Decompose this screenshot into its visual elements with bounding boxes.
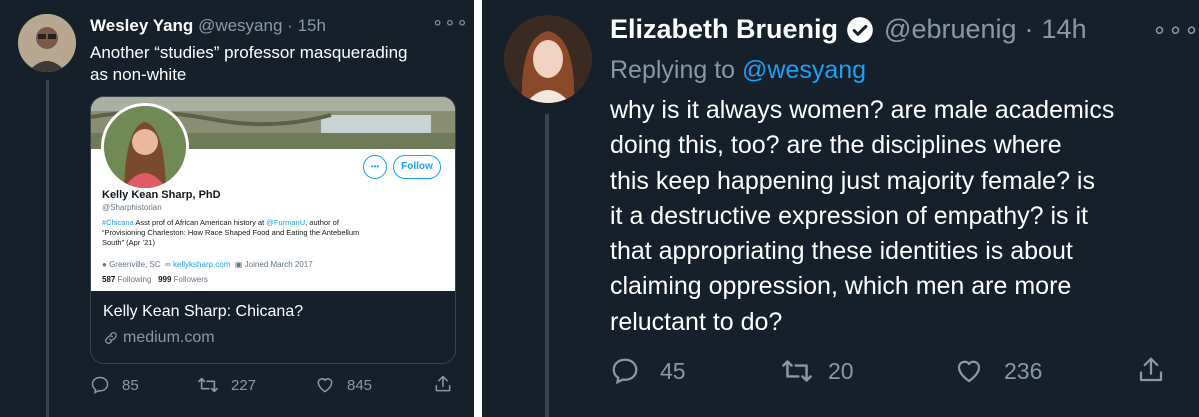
- followers-count: 999: [158, 275, 172, 284]
- profile-meta: ● Greenville, SC ∞ kellyksharp.com ▣ Joi…: [102, 260, 313, 269]
- like-button[interactable]: 236: [954, 356, 1042, 386]
- bio-mention: @FurmanU: [266, 218, 306, 227]
- reply-icon: [612, 358, 638, 385]
- location-icon: ●: [102, 260, 107, 269]
- tweet-ebruenig: Elizabeth Bruenig @ebruenig · 14h ∘∘∘ Re…: [482, 0, 1199, 417]
- profile-bio: #Chicana Asst prof of African American h…: [102, 218, 447, 248]
- divider: [474, 0, 482, 417]
- reply-button[interactable]: 85: [90, 375, 139, 395]
- following-count: 587: [102, 275, 116, 284]
- followers-label: Followers: [173, 275, 208, 284]
- share-button[interactable]: [433, 374, 453, 394]
- tweet-text-line: Another “studies” professor masquerading: [90, 43, 408, 62]
- profile-stats: 587 Following 999 Followers: [102, 275, 208, 284]
- retweet-count: 20: [828, 357, 854, 384]
- bio-text: “Provisioning Charleston: How Race Shape…: [102, 228, 360, 237]
- bio-hashtag: #Chicana: [102, 218, 134, 227]
- follow-button[interactable]: Follow: [393, 155, 441, 179]
- handle[interactable]: @wesyang: [198, 16, 282, 35]
- reply-count: 85: [122, 376, 139, 394]
- profile-name: Kelly Kean Sharp, PhD: [102, 189, 221, 201]
- tweet-text-line: doing this, too? are the disciplines whe…: [610, 131, 1062, 160]
- link-icon: [105, 332, 117, 344]
- avatar-wesyang[interactable]: [18, 14, 76, 72]
- profile-more-button[interactable]: •••: [363, 155, 387, 179]
- handle[interactable]: @ebruenig: [884, 14, 1017, 45]
- replying-to: Replying to @wesyang: [610, 56, 866, 85]
- bio-text: , author of: [305, 218, 339, 227]
- reply-count: 45: [660, 357, 686, 384]
- tweet-text-line: claiming oppression, which men are more: [610, 272, 1072, 301]
- display-name[interactable]: Wesley Yang: [90, 16, 193, 35]
- retweet-button[interactable]: 227: [197, 375, 256, 395]
- card-image: ••• Follow Kelly Kean Sharp, PhD @Sharph…: [91, 97, 455, 291]
- calendar-icon: ▣: [234, 260, 243, 269]
- card-domain-text: medium.com: [123, 329, 215, 346]
- tweet-text-line: it a destructive expression of empathy? …: [610, 201, 1089, 230]
- tweet-text-line: why is it always women? are male academi…: [610, 96, 1115, 124]
- profile-website: kellyksharp.com: [173, 260, 231, 269]
- profile-photo: [101, 103, 189, 191]
- tweet-text: Another “studies” professor masquerading…: [90, 42, 408, 86]
- retweet-icon: [782, 360, 812, 382]
- timestamp[interactable]: 14h: [1042, 14, 1087, 45]
- bio-text: South” (Apr ’21): [102, 238, 155, 247]
- profile-handle: @Sharphistorian: [102, 203, 162, 212]
- card-domain[interactable]: medium.com: [103, 329, 215, 347]
- like-count: 845: [347, 376, 373, 394]
- tweet-text: why is it always women? are male academi…: [610, 93, 1114, 340]
- separator: ·: [1024, 14, 1034, 44]
- display-name[interactable]: Elizabeth Bruenig: [610, 14, 838, 45]
- retweet-button[interactable]: 20: [780, 356, 854, 386]
- share-icon: [1139, 357, 1163, 382]
- verified-icon: [847, 16, 873, 43]
- profile-location: Greenville, SC: [109, 260, 161, 269]
- retweet-icon: [198, 377, 218, 393]
- profile-joined: Joined March 2017: [244, 260, 313, 269]
- more-icon[interactable]: ∘∘∘: [432, 12, 469, 33]
- tweet-text-line: that appropriating these identities is a…: [610, 237, 1073, 266]
- tweet-header: Wesley Yang @wesyang · 15h: [90, 16, 326, 36]
- like-icon: [317, 378, 333, 393]
- replying-label: Replying to: [610, 56, 736, 84]
- tweet-text-line: reluctant to do?: [610, 307, 783, 336]
- thread-line: [545, 114, 549, 417]
- card-title[interactable]: Kelly Kean Sharp: Chicana?: [103, 303, 303, 321]
- bio-text: Asst prof of African American history at: [133, 218, 267, 227]
- like-icon: [957, 360, 981, 383]
- tweet-text-line: as non-white: [90, 65, 187, 84]
- thread-line: [46, 80, 49, 417]
- tweet-text-line: this keep happening just majority female…: [610, 166, 1095, 195]
- more-icon[interactable]: ∘∘∘: [1152, 16, 1199, 45]
- retweet-count: 227: [231, 376, 257, 394]
- separator: ·: [287, 16, 293, 35]
- replying-handle[interactable]: @wesyang: [742, 56, 866, 84]
- avatar-ebruenig[interactable]: [504, 15, 592, 103]
- share-button[interactable]: [1136, 355, 1166, 385]
- timestamp[interactable]: 15h: [298, 16, 326, 35]
- like-button[interactable]: 845: [315, 375, 372, 395]
- share-icon: [435, 375, 451, 392]
- tweet-header: Elizabeth Bruenig @ebruenig · 14h: [610, 14, 1087, 45]
- reply-button[interactable]: 45: [610, 356, 686, 386]
- reply-icon: [91, 376, 109, 394]
- tweet-wesyang: Wesley Yang @wesyang · 15h ∘∘∘ Another “…: [0, 0, 474, 417]
- following-label: Following: [117, 275, 152, 284]
- link-icon: ∞: [165, 260, 171, 269]
- like-count: 236: [1004, 357, 1043, 384]
- link-card[interactable]: ••• Follow Kelly Kean Sharp, PhD @Sharph…: [90, 96, 456, 364]
